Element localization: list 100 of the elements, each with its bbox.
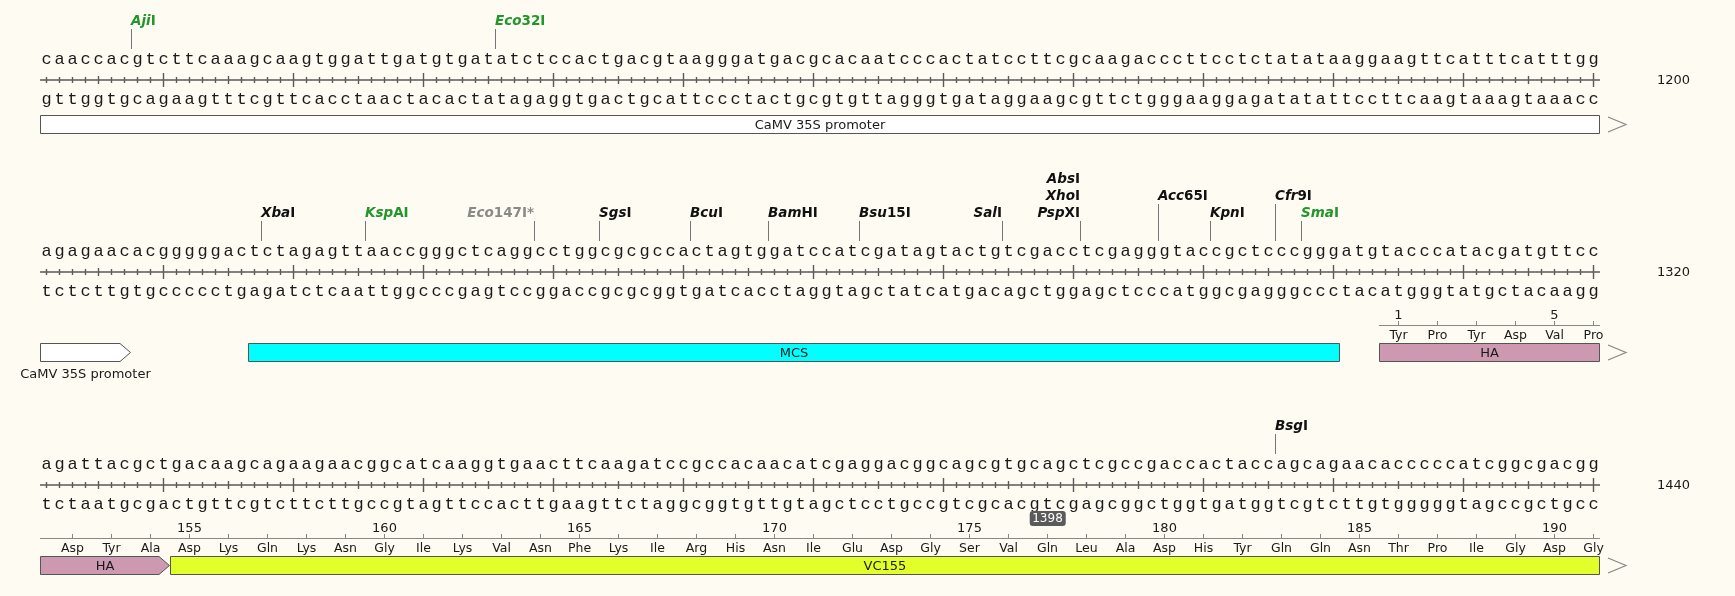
enzyme-label[interactable]: AjiI: [131, 12, 156, 29]
residue-number: 190: [1542, 520, 1567, 535]
amino-acid: Tyr: [102, 540, 121, 555]
cut-site-line: [1002, 221, 1003, 241]
amino-acid: Ala: [1115, 540, 1136, 555]
amino-acid: Thr: [1388, 540, 1409, 555]
amino-acid: Arg: [685, 540, 708, 555]
top-strand-sequence: agagaacacgggggactctagagttaaccgggctcaggcctggcgcgccactagtggatccatcgatagtactgtcgacctcgagggtaccgctcccgggatgtacccatacgatgttcc: [40, 242, 1602, 261]
amino-acid: Val: [1545, 327, 1564, 342]
amino-acid: Gln: [1036, 540, 1059, 555]
amino-acid: Asp: [178, 540, 201, 555]
feature-label: CaMV 35S promoter: [20, 365, 151, 383]
amino-acid: His: [1193, 540, 1214, 555]
amino-acid: Gly: [920, 540, 941, 555]
enzyme-label[interactable]: XhoI: [1045, 187, 1080, 204]
feature-arrow[interactable]: [40, 343, 131, 362]
chevron-icon: [1607, 557, 1628, 574]
line-number: 1440: [1656, 477, 1690, 492]
cut-site-line: [768, 221, 769, 241]
enzyme-label[interactable]: Eco32I: [495, 12, 546, 29]
enzyme-label[interactable]: KpnI: [1210, 204, 1245, 221]
enzyme-label[interactable]: SalI: [973, 204, 1002, 221]
bottom-strand-sequence: tctcttgtgccccctgagatctcaattggcccgagtccggaccgcgcggtgatcacctaggtagctatcatgacagctggagctcccatggcgagggccctacatgggtatgctacaagg: [40, 282, 1602, 301]
residue-number: 170: [762, 520, 787, 535]
position-badge: 1398: [1029, 511, 1066, 526]
amino-acid: Asn: [529, 540, 552, 555]
amino-acid: Tyr: [1389, 327, 1408, 342]
amino-acid: Ile: [650, 540, 665, 555]
enzyme-label[interactable]: BamHI: [768, 204, 818, 221]
amino-acid: Asn: [763, 540, 786, 555]
amino-acid: Gln: [1270, 540, 1293, 555]
enzyme-label[interactable]: SgsI: [599, 204, 632, 221]
amino-acid: Asn: [1348, 540, 1371, 555]
enzyme-label[interactable]: KspAI: [365, 204, 409, 221]
enzyme-label[interactable]: SmaI: [1301, 204, 1339, 221]
amino-acid: Lys: [296, 540, 317, 555]
enzyme-label[interactable]: BsgI: [1275, 417, 1309, 434]
amino-acid: Ser: [959, 540, 980, 555]
cut-site-line: [1210, 221, 1211, 241]
cut-site-line: [859, 221, 860, 241]
bottom-strand-sequence: gttggtgcagaagtttcgttcacctaactacactatagaggtgactgcattccctactgcgtgttagggtgataggaagcgttctgggaaggagatatattccttcaagtaaagtaaacc: [40, 90, 1602, 109]
amino-acid: Asp: [61, 540, 84, 555]
amino-acid: Asp: [880, 540, 903, 555]
amino-acid: Leu: [1075, 540, 1098, 555]
amino-acid: Gln: [1309, 540, 1332, 555]
cut-site-line: [1275, 204, 1276, 241]
feature-label: MCS: [779, 344, 809, 362]
amino-acid: Tyr: [1467, 327, 1486, 342]
cut-site-line: [261, 221, 262, 241]
enzyme-label[interactable]: AbsI: [1046, 170, 1080, 187]
cut-site-line: [1275, 434, 1276, 454]
enzyme-label[interactable]: BcuI: [690, 204, 723, 221]
cut-site-line: [690, 221, 691, 241]
top-strand-sequence: caaccacgtcttcaaagcaagtggattgatgtgatatctccactgacgtaagggatgacgcacaatcccactatccttcgcaagacccttcctctatataaggaagttcatttcatttgg: [40, 50, 1602, 69]
amino-acid: Phe: [567, 540, 592, 555]
residue-number: 175: [957, 520, 982, 535]
line-number: 1320: [1656, 264, 1690, 279]
amino-acid: Ala: [140, 540, 161, 555]
enzyme-label[interactable]: XbaI: [261, 204, 296, 221]
amino-acid: Val: [492, 540, 511, 555]
enzyme-label[interactable]: Bsu15I: [859, 204, 911, 221]
amino-acid: Gly: [1505, 540, 1526, 555]
amino-acid: Pro: [1427, 540, 1448, 555]
amino-acid: Gln: [256, 540, 279, 555]
residue-number: 185: [1347, 520, 1372, 535]
amino-acid: Tyr: [1233, 540, 1252, 555]
amino-acid: Ile: [1469, 540, 1484, 555]
top-strand-sequence: agattacgctgacaagcagaagaacggcatcaaggtgaacttcaagatccgccacaacatcgaggacggcagcgtgcagctcgccgaccactaccagcagaacacccccatcggcgacgg: [40, 455, 1602, 474]
amino-acid: Lys: [608, 540, 629, 555]
enzyme-label[interactable]: PspXI: [1037, 204, 1080, 221]
cut-site-line: [1301, 221, 1302, 241]
amino-acid: Asn: [334, 540, 357, 555]
amino-acid: Val: [999, 540, 1018, 555]
amino-acid: Asp: [1504, 327, 1527, 342]
amino-acid: Glu: [841, 540, 864, 555]
residue-number: 155: [177, 520, 202, 535]
feature-label: HA: [1480, 344, 1499, 362]
feature-label: HA: [95, 557, 115, 575]
amino-acid: Ile: [416, 540, 431, 555]
residue-number: 180: [1152, 520, 1177, 535]
residue-number: 165: [567, 520, 592, 535]
feature-arrow[interactable]: [40, 556, 170, 575]
amino-acid: Pro: [1427, 327, 1448, 342]
chevron-icon: [1607, 344, 1628, 361]
cut-site-line: [131, 29, 132, 49]
chevron-icon: [1607, 116, 1628, 133]
feature-label: VC155: [863, 557, 907, 575]
feature-box[interactable]: [248, 343, 1340, 362]
cut-site-line: [534, 221, 535, 241]
bottom-strand-sequence: tctaatgcgactgttcgtcttcttgccgtagttccacttgaagttctaggcggtgttgtagctcctgccgtcgcacgtcgagcggctggtgatggtcgtcttgtgggggtagccgctgcc: [40, 495, 1602, 514]
cut-site-line: [495, 29, 496, 49]
line-number: 1200: [1656, 72, 1690, 87]
amino-acid: Ile: [806, 540, 821, 555]
amino-acid: Pro: [1583, 327, 1604, 342]
enzyme-label[interactable]: Acc65I: [1158, 187, 1208, 204]
amino-acid: His: [725, 540, 746, 555]
feature-label: CaMV 35S promoter: [754, 116, 886, 134]
enzyme-label[interactable]: Cfr9I: [1275, 187, 1312, 204]
cut-site-line: [1158, 204, 1159, 241]
amino-acid: Asp: [1543, 540, 1566, 555]
